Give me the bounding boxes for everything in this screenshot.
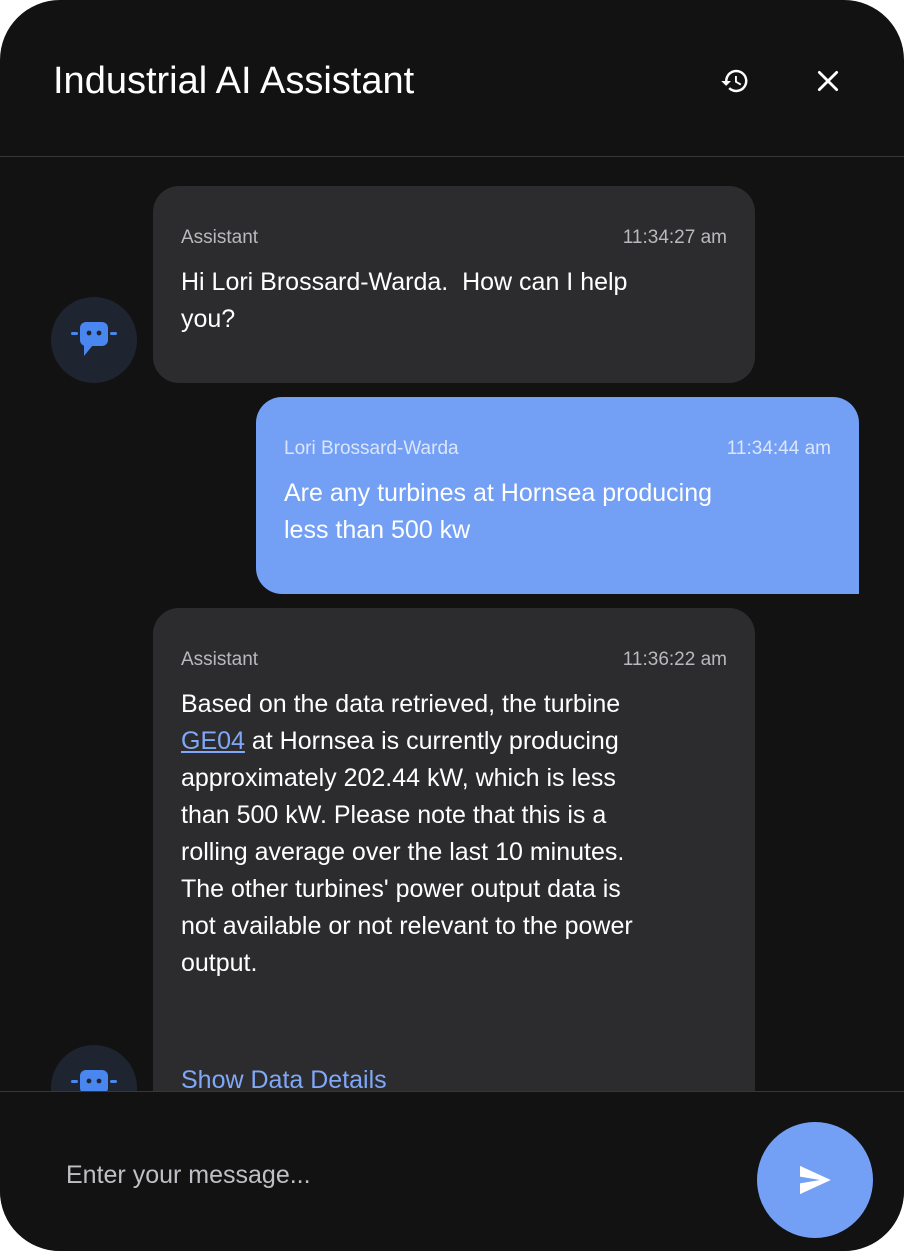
history-icon	[721, 69, 748, 93]
sender-name: Lori Brossard-Warda	[284, 438, 459, 459]
message-line: less than 500 kw	[284, 516, 471, 544]
sender-name: Assistant	[181, 227, 259, 248]
page-title: Industrial AI Assistant	[53, 60, 415, 102]
message-line: Based on the data retrieved, the turbine	[181, 690, 621, 718]
close-button[interactable]	[805, 58, 851, 104]
bot-icon	[71, 322, 117, 356]
message-text: Hi Lori Brossard-Warda. How can I help y…	[181, 264, 627, 338]
composer	[0, 1091, 904, 1251]
chat-header: Industrial AI Assistant	[0, 0, 904, 157]
message-line: approximately 202.44 kW, which is less	[181, 764, 616, 792]
bot-icon	[71, 1070, 117, 1091]
message-line: GE04 at Hornsea is currently producing	[181, 723, 741, 760]
message-line: not available or not relevant to the pow…	[181, 912, 633, 940]
message-line: than 500 kW. Please note that this is a	[181, 801, 607, 829]
assistant-avatar	[51, 297, 137, 383]
message-list[interactable]: Assistant 11:34:27 am Hi Lori Brossard-W…	[0, 158, 904, 1091]
message-line: output.	[181, 949, 258, 977]
message-line: Are any turbines at Hornsea producing	[284, 479, 713, 507]
message-time: 11:34:27 am	[622, 227, 727, 248]
sender-name: Assistant	[181, 649, 259, 670]
history-button[interactable]	[712, 58, 758, 104]
message-bubble: Lori Brossard-Warda 11:34:44 am Are any …	[256, 397, 859, 594]
message-text: Based on the data retrieved, the turbine…	[181, 686, 741, 982]
message-line: Hi Lori Brossard-Warda. How can I help	[181, 268, 628, 296]
close-icon	[817, 70, 839, 92]
message-bubble: Assistant 11:36:22 am Based on the data …	[153, 608, 755, 1091]
message-input[interactable]	[40, 1147, 720, 1203]
message-bubble: Assistant 11:34:27 am Hi Lori Brossard-W…	[153, 186, 755, 383]
message-time: 11:36:22 am	[622, 649, 727, 670]
show-data-details-link[interactable]: Show Data Details	[181, 1064, 387, 1091]
message-line: rolling average over the last 10 minutes…	[181, 838, 625, 866]
chat-panel: Industrial AI Assistant Assistant 11:34:…	[0, 0, 904, 1251]
asset-link-ge04[interactable]: GE04	[181, 727, 245, 755]
message-text: Are any turbines at Hornsea producing le…	[284, 475, 712, 549]
message-time: 11:34:44 am	[726, 438, 831, 459]
send-icon	[800, 1165, 831, 1195]
message-line: you?	[181, 305, 236, 333]
send-button[interactable]	[757, 1122, 873, 1238]
message-line: The other turbines' power output data is	[181, 875, 621, 903]
assistant-avatar	[51, 1045, 137, 1091]
message-line-text: at Hornsea is currently producing	[244, 727, 619, 755]
